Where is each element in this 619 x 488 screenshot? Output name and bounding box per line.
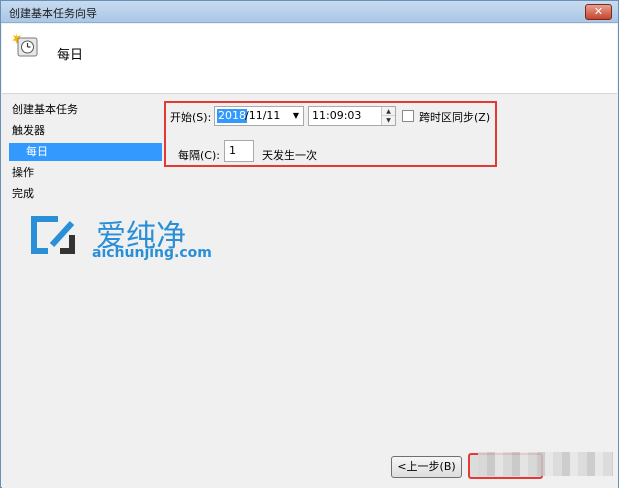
page-title: 每日 bbox=[57, 48, 84, 63]
wizard-steps-sidebar: 创建基本任务 触发器 每日 操作 完成 bbox=[2, 95, 162, 488]
title-bar: 创建基本任务向导 ✕ bbox=[1, 1, 618, 23]
sidebar-item-action[interactable]: 操作 bbox=[12, 164, 34, 182]
sidebar-item-finish[interactable]: 完成 bbox=[12, 185, 34, 203]
sidebar-item-trigger[interactable]: 触发器 bbox=[12, 122, 45, 140]
sidebar-item-daily[interactable]: 每日 bbox=[9, 143, 162, 161]
watermark-url: aichunjing.com bbox=[92, 245, 212, 261]
task-clock-icon bbox=[12, 33, 38, 57]
annotation-highlight-box bbox=[164, 101, 497, 167]
window-title: 创建基本任务向导 bbox=[9, 7, 97, 20]
close-button[interactable]: ✕ bbox=[585, 4, 612, 20]
watermark-logo-icon bbox=[31, 216, 75, 254]
back-button[interactable]: <上一步(B) bbox=[391, 456, 462, 478]
sidebar-item-create-basic-task[interactable]: 创建基本任务 bbox=[12, 101, 78, 119]
wizard-window: 创建基本任务向导 ✕ 每日 创建基本任务 触发器 每日 操作 完成 bbox=[0, 0, 619, 488]
wizard-header: 每日 bbox=[2, 24, 617, 94]
blurred-region bbox=[478, 452, 613, 476]
